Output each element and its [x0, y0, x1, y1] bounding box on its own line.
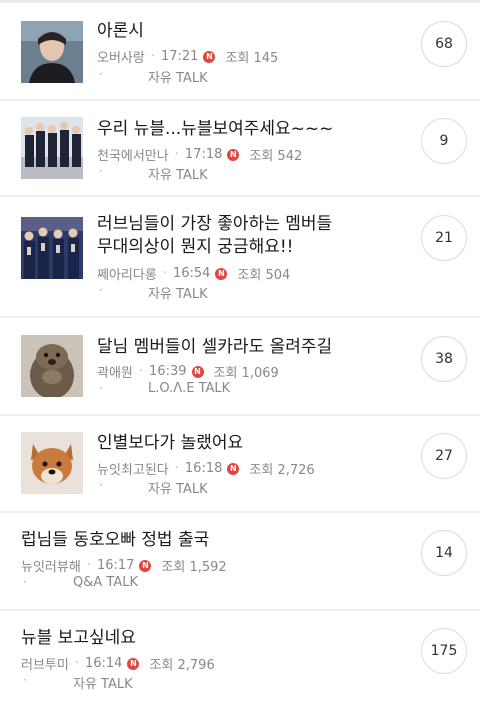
- post-thumbnail: [21, 335, 83, 397]
- post-thumbnail: [21, 432, 83, 494]
- new-badge-icon: N: [227, 462, 240, 475]
- post-list-item[interactable]: 우리 뉴블...뉴블보여주세요~~~ 천국에서만나 · 17:18 N 조회 5…: [0, 101, 480, 197]
- bullet-dot: ·: [99, 283, 103, 297]
- post-thumbnail: [21, 217, 83, 279]
- comment-count-badge: 38: [421, 336, 467, 382]
- post-board: 자유 TALK: [73, 677, 133, 692]
- bullet-dot: ·: [23, 575, 27, 589]
- post-title: 우리 뉴블...뉴블보여주세요~~~: [97, 119, 334, 139]
- post-board: 자유 TALK: [148, 168, 208, 183]
- post-meta: 뉴잇최고된다 · 16:18 N 조회 2,726: [97, 461, 315, 478]
- comment-count-badge: 27: [421, 433, 467, 479]
- bullet-dot: ·: [99, 478, 103, 492]
- post-list-item[interactable]: 럽님들 동호오빠 정법 출국 뉴잇러뷰해 · 16:17 N 조회 1,592 …: [0, 513, 480, 611]
- post-author: 곽애뭔: [97, 366, 133, 381]
- post-author: 천국에서만나: [97, 149, 169, 164]
- post-meta: 뉴잇러뷰해 · 16:17 N 조회 1,592: [21, 558, 227, 575]
- new-badge-icon: N: [139, 559, 152, 572]
- post-views: 조회 145: [225, 51, 279, 66]
- new-badge-icon: N: [215, 267, 228, 280]
- post-title: 달님 멤버들이 셀카라도 올려주길: [97, 337, 333, 357]
- post-time: 16:54: [172, 266, 211, 281]
- post-list-item[interactable]: 뉴블 보고싶네요 러브투미 · 16:14 N 조회 2,796 · 자유 TA…: [0, 611, 480, 710]
- post-list-item[interactable]: 달님 멤버들이 셀카라도 올려주길 곽애뭔 · 16:39 N 조회 1,069…: [0, 318, 480, 416]
- comment-count-badge: 21: [421, 215, 467, 261]
- post-author: 오버사랑: [97, 51, 145, 66]
- post-title: 러브님들이 가장 좋아하는 멤버들: [97, 214, 333, 234]
- new-badge-icon: N: [203, 50, 216, 63]
- bullet-dot: ·: [99, 67, 103, 81]
- post-board: L.O.Λ.E TALK: [148, 381, 231, 396]
- post-time: 16:14: [84, 656, 123, 671]
- new-badge-icon: N: [127, 657, 140, 670]
- post-board: 자유 TALK: [148, 287, 208, 302]
- post-time: 17:21: [160, 49, 199, 64]
- post-time: 16:17: [96, 558, 135, 573]
- post-meta: 오버사랑 · 17:21 N 조회 145: [97, 49, 279, 66]
- post-views: 조회 2,726: [249, 463, 315, 478]
- post-meta: 곽애뭔 · 16:39 N 조회 1,069: [97, 364, 279, 381]
- new-badge-icon: N: [227, 148, 240, 161]
- new-badge-icon: N: [191, 365, 204, 378]
- post-list-item[interactable]: 러브님들이 가장 좋아하는 멤버들 무대의상이 뭔지 궁금해요!! 쩨아리다롱 …: [0, 197, 480, 318]
- post-time: 16:39: [149, 364, 187, 379]
- post-title-line2: 무대의상이 뭔지 궁금해요!!: [97, 237, 294, 257]
- post-author: 쩨아리다롱: [97, 268, 157, 283]
- bullet-dot: ·: [99, 164, 103, 178]
- post-author: 뉴잇최고된다: [97, 463, 169, 478]
- post-thumbnail: [21, 117, 83, 179]
- post-list-item[interactable]: 아론시 오버사랑 · 17:21 N 조회 145 · 자유 TALK 68: [0, 3, 480, 101]
- post-title: 아론시: [97, 21, 144, 41]
- post-views: 조회 542: [249, 149, 303, 164]
- post-author: 러브투미: [21, 658, 69, 673]
- post-time: 16:18: [184, 461, 223, 476]
- post-meta: 러브투미 · 16:14 N 조회 2,796: [21, 656, 215, 673]
- post-list-item[interactable]: 인별보다가 놀랬어요 뉴잇최고된다 · 16:18 N 조회 2,726 · 자…: [0, 416, 480, 513]
- post-board: 자유 TALK: [148, 71, 208, 86]
- bullet-dot: ·: [23, 673, 27, 687]
- post-board: 자유 TALK: [148, 482, 208, 497]
- post-title: 뉴블 보고싶네요: [21, 628, 136, 648]
- comment-count-badge: 175: [421, 628, 467, 674]
- comment-count-badge: 68: [421, 21, 467, 67]
- post-views: 조회 1,069: [213, 366, 279, 381]
- post-title: 인별보다가 놀랬어요: [97, 433, 244, 453]
- post-views: 조회 504: [237, 268, 291, 283]
- post-views: 조회 2,796: [149, 658, 215, 673]
- post-author: 뉴잇러뷰해: [21, 560, 81, 575]
- bullet-dot: ·: [99, 381, 103, 395]
- post-board: Q&A TALK: [73, 575, 138, 590]
- post-time: 17:18: [184, 147, 223, 162]
- post-meta: 쩨아리다롱 · 16:54 N 조회 504: [97, 266, 291, 283]
- comment-count-badge: 14: [421, 530, 467, 576]
- comment-count-badge: 9: [421, 118, 467, 164]
- post-title: 럽님들 동호오빠 정법 출국: [21, 530, 210, 550]
- post-meta: 천국에서만나 · 17:18 N 조회 542: [97, 147, 303, 164]
- post-thumbnail: [21, 21, 83, 83]
- post-views: 조회 1,592: [161, 560, 227, 575]
